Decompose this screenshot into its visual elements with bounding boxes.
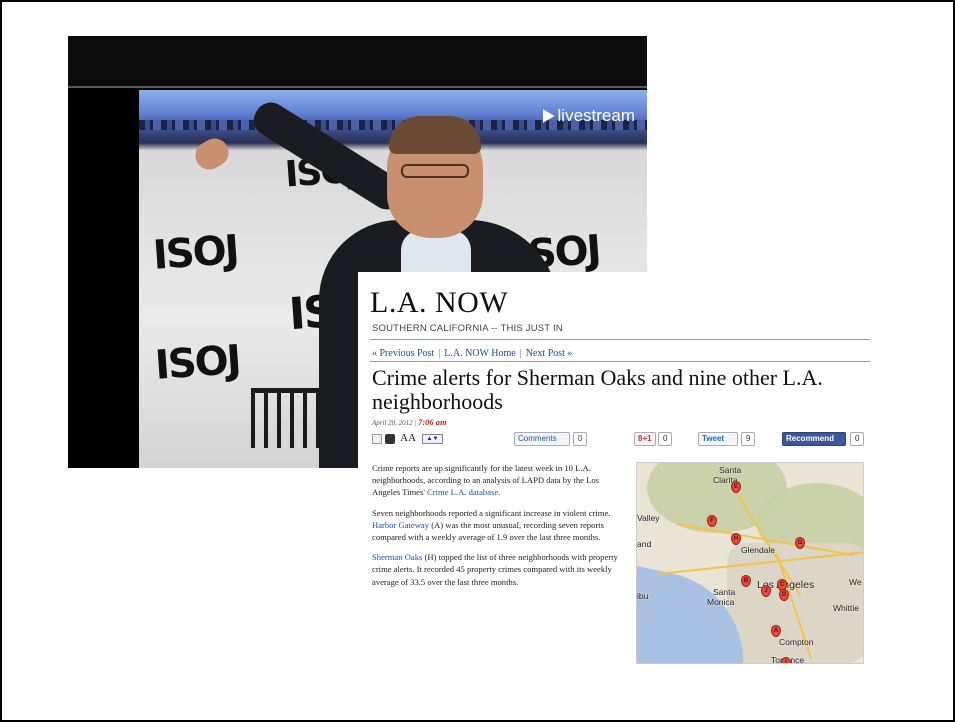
paragraph-text: Seven neighborhoods reported a significa… <box>372 507 611 518</box>
share-toolbar: AA ▲▼ Comments 0 8+1 0 Tweet 9 Recommend… <box>372 432 866 448</box>
map-pin-i[interactable]: I <box>781 657 791 663</box>
tweet-button[interactable]: Tweet <box>698 432 738 446</box>
text-size-label: AA <box>400 432 416 444</box>
map-label-compton: Compton <box>779 637 814 647</box>
comments-label: Comments <box>518 434 557 443</box>
livestream-label: livestream <box>557 106 635 125</box>
isoj-backdrop-logo: ISOJ <box>151 227 240 279</box>
nav-separator: | <box>519 348 522 359</box>
map-label-malibu: ibu <box>637 591 649 601</box>
harbor-gateway-link[interactable]: Harbor Gateway <box>372 520 429 530</box>
chair <box>251 388 321 448</box>
speaker-glasses <box>401 164 469 178</box>
nav-separator: | <box>438 348 441 359</box>
blog-title: L.A. NOW <box>370 286 509 319</box>
map-label-monica: Monica <box>707 597 735 607</box>
recommend-count: 0 <box>850 432 865 446</box>
blog-subtitle: SOUTHERN CALIFORNIA -- THIS JUST IN <box>372 323 563 334</box>
google-plus-count: 0 <box>658 432 673 446</box>
article-date: April 20, 2012 <box>372 419 413 427</box>
map-label-we: We <box>849 577 862 587</box>
email-icon[interactable] <box>372 434 382 444</box>
divider <box>370 339 870 340</box>
google-plus-button[interactable]: 8+1 <box>634 432 656 446</box>
map-label-santa: Santa <box>719 465 742 475</box>
date-separator: | <box>414 419 417 427</box>
text-size-stepper[interactable]: ▲▼ <box>422 434 443 444</box>
isoj-backdrop-logo: ISOJ <box>153 337 242 389</box>
post-navigation: « Previous Post | L.A. NOW Home | Next P… <box>372 348 572 359</box>
previous-post-link[interactable]: « Previous Post <box>372 348 434 359</box>
paragraph: Sherman Oaks (H) topped the list of thre… <box>372 551 626 588</box>
livestream-watermark: livestream <box>542 106 635 126</box>
article-headline: Crime alerts for Sherman Oaks and nine o… <box>372 365 823 414</box>
article-time: 7:06 am <box>418 417 447 427</box>
video-top-bar <box>68 36 647 88</box>
sherman-oaks-link[interactable]: Sherman Oaks <box>372 552 422 562</box>
speaker-hair <box>389 116 481 154</box>
blog-home-link[interactable]: L.A. NOW Home <box>444 348 515 359</box>
map-label-santa: Santa <box>713 587 736 597</box>
facebook-recommend-button[interactable]: Recommend <box>782 432 846 446</box>
slide-frame: ISOJ ISOJ ISOJ ISOJ ISOJ livestream L.A.… <box>0 0 955 722</box>
livestream-logo-icon <box>542 109 555 123</box>
map-label-glendale: Glendale <box>741 545 776 555</box>
print-icon[interactable] <box>385 434 395 444</box>
crime-alert-map[interactable]: Santa Clarita Valley and Glendale Los An… <box>636 462 864 664</box>
map-label-valley: Valley <box>637 513 660 523</box>
comments-count: 0 <box>573 432 588 446</box>
comments-button[interactable]: Comments <box>514 432 570 446</box>
map-label-whittier: Whittie <box>833 603 859 613</box>
paragraph-text: . <box>498 487 501 498</box>
article-body: Crime reports are up significantly for t… <box>372 462 626 596</box>
map-label-and: and <box>637 539 652 549</box>
crime-la-database-link[interactable]: Crime L.A. database <box>427 487 498 497</box>
article-clipping: L.A. NOW SOUTHERN CALIFORNIA -- THIS JUS… <box>358 272 870 664</box>
paragraph: Seven neighborhoods reported a significa… <box>372 507 626 544</box>
article-dateline: April 20, 2012 | 7:06 am <box>372 417 447 427</box>
paragraph: Crime reports are up significantly for t… <box>372 462 626 499</box>
speaker-hand <box>190 133 234 175</box>
divider <box>370 361 870 362</box>
tweet-count: 9 <box>741 432 756 446</box>
next-post-link[interactable]: Next Post » <box>526 348 573 359</box>
